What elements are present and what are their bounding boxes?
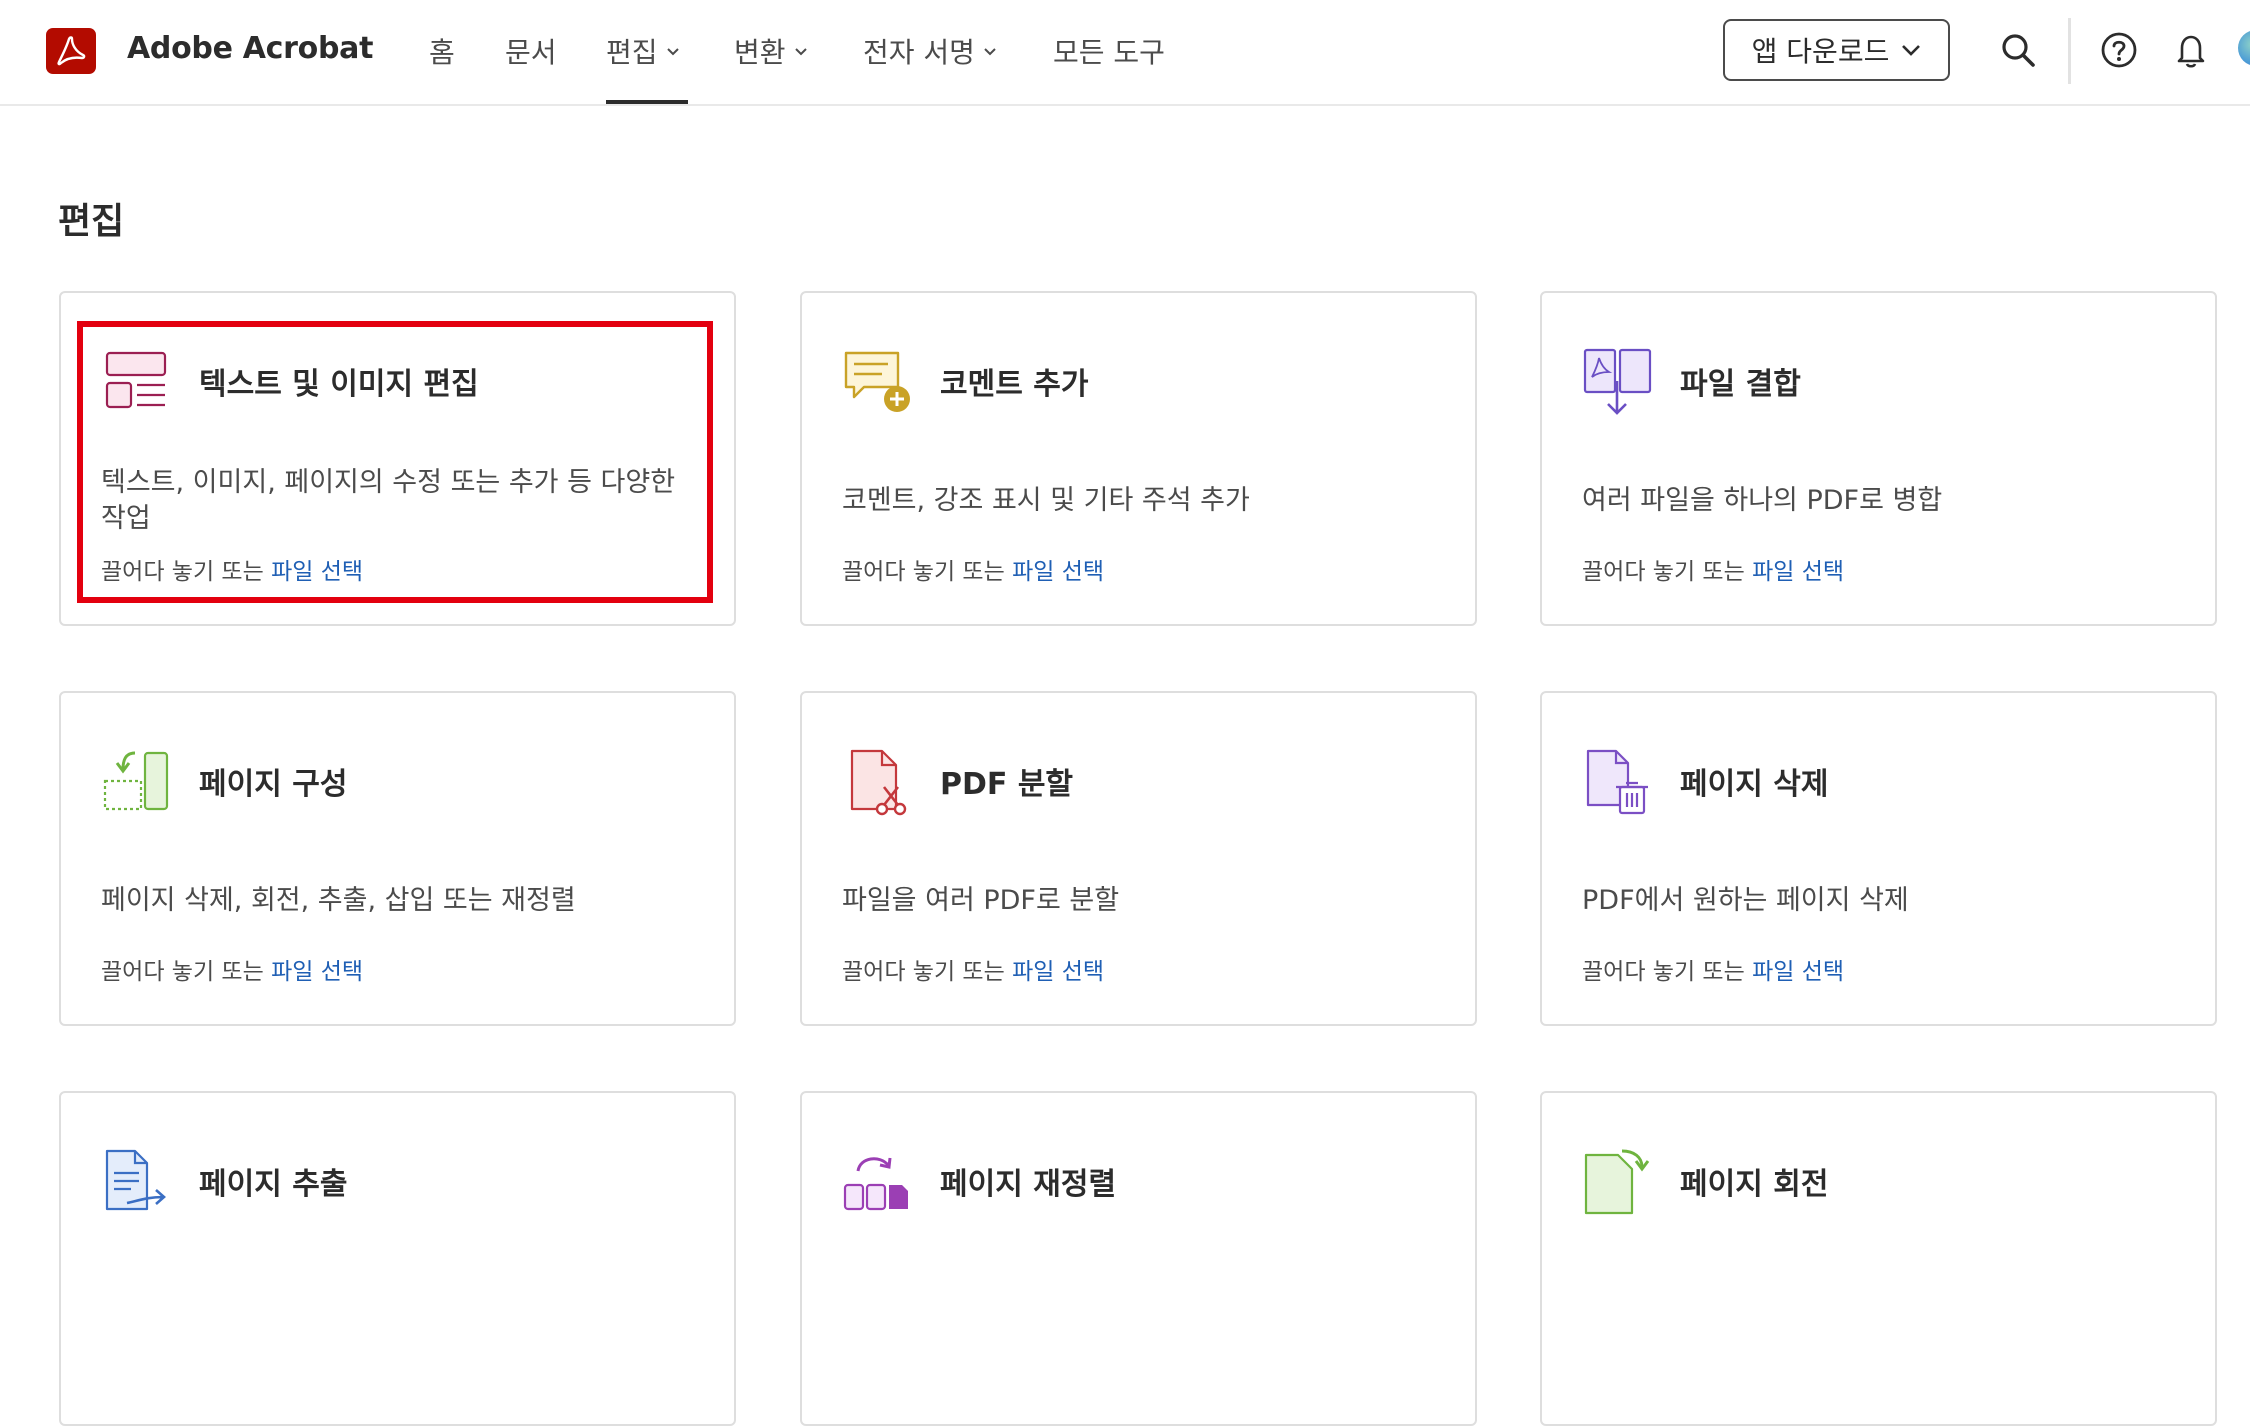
combine-files-icon <box>1583 348 1652 415</box>
tool-card-reorder-pages[interactable]: 페이지 재정렬 <box>800 1091 1477 1426</box>
card-title: 페이지 추출 <box>199 1167 348 1202</box>
tool-card-organize-pages[interactable]: 페이지 구성 페이지 삭제, 회전, 추출, 삽입 또는 재정렬 끌어다 놓기 … <box>59 691 736 1026</box>
tool-card-extract-pages[interactable]: 페이지 추출 <box>59 1091 736 1426</box>
nav-e-sign-label: 전자 서명 <box>863 36 975 69</box>
card-title: 페이지 구성 <box>199 767 348 802</box>
drop-hint: 끌어다 놓기 또는 파일 선택 <box>1582 552 1844 586</box>
nav-edit-label: 편집 <box>606 36 658 69</box>
card-title: 코멘트 추가 <box>940 367 1089 402</box>
drop-text: 끌어다 놓기 또는 <box>1582 959 1745 985</box>
section-title: 편집 <box>58 201 125 242</box>
app-name[interactable]: Adobe Acrobat <box>127 31 373 66</box>
reorder-pages-icon <box>843 1157 908 1211</box>
nav-all-tools-label: 모든 도구 <box>1053 36 1165 69</box>
card-title: 페이지 회전 <box>1680 1167 1829 1202</box>
select-file-link[interactable]: 파일 선택 <box>271 959 363 985</box>
tool-card-rotate-pages[interactable]: 페이지 회전 <box>1540 1091 2217 1426</box>
drop-hint: 끌어다 놓기 또는 파일 선택 <box>1582 952 1844 986</box>
drop-hint: 끌어다 놓기 또는 파일 선택 <box>101 952 363 986</box>
acrobat-logo-icon[interactable] <box>46 28 96 74</box>
chevron-down-icon <box>984 48 996 56</box>
top-navigation-bar: Adobe Acrobat 홈 문서 편집 변환 전자 서명 모든 도구 앱 다… <box>0 0 2250 106</box>
highlight-box <box>77 321 713 603</box>
download-app-label: 앱 다운로드 <box>1751 35 1890 68</box>
tool-card-delete-pages[interactable]: 페이지 삭제 PDF에서 원하는 페이지 삭제 끌어다 놓기 또는 파일 선택 <box>1540 691 2217 1026</box>
download-app-button[interactable]: 앱 다운로드 <box>1723 19 1950 81</box>
nav-convert-label: 변환 <box>734 36 786 69</box>
search-icon[interactable] <box>1998 30 2038 70</box>
select-file-link[interactable]: 파일 선택 <box>1012 959 1104 985</box>
card-title: 파일 결합 <box>1680 367 1801 402</box>
chevron-down-icon <box>666 48 679 56</box>
drop-text: 끌어다 놓기 또는 <box>842 959 1005 985</box>
help-icon[interactable] <box>2099 30 2139 70</box>
nav-e-sign[interactable]: 전자 서명 <box>863 31 997 71</box>
card-title: PDF 분할 <box>940 767 1074 802</box>
nav-all-tools[interactable]: 모든 도구 <box>1053 31 1165 71</box>
tool-card-add-comment[interactable]: 코멘트 추가 코멘트, 강조 표시 및 기타 주석 추가 끌어다 놓기 또는 파… <box>800 291 1477 626</box>
add-comment-icon <box>844 351 910 412</box>
drop-text: 끌어다 놓기 또는 <box>101 959 264 985</box>
nav-convert[interactable]: 변환 <box>734 31 808 71</box>
nav-home-label: 홈 <box>429 36 455 69</box>
drop-text: 끌어다 놓기 또는 <box>1582 559 1745 585</box>
card-description: 파일을 여러 PDF로 분할 <box>842 885 1120 916</box>
chevron-down-icon <box>794 48 807 56</box>
drop-hint: 끌어다 놓기 또는 파일 선택 <box>842 552 1104 586</box>
card-description: 페이지 삭제, 회전, 추출, 삽입 또는 재정렬 <box>101 885 576 916</box>
drop-text: 끌어다 놓기 또는 <box>842 559 1005 585</box>
active-nav-indicator <box>606 100 688 104</box>
rotate-pages-icon <box>1584 1149 1650 1215</box>
card-description: 코멘트, 강조 표시 및 기타 주석 추가 <box>842 485 1250 516</box>
select-file-link[interactable]: 파일 선택 <box>1752 959 1844 985</box>
notification-bell-icon[interactable] <box>2171 30 2211 70</box>
nav-home[interactable]: 홈 <box>429 31 455 71</box>
header-divider <box>2068 18 2071 84</box>
nav-edit[interactable]: 편집 <box>606 31 680 71</box>
drop-hint: 끌어다 놓기 또는 파일 선택 <box>842 952 1104 986</box>
organize-pages-icon <box>103 751 169 811</box>
extract-pages-icon <box>105 1149 166 1211</box>
nav-documents[interactable]: 문서 <box>505 31 557 71</box>
chevron-down-icon <box>1902 45 1921 56</box>
avatar[interactable] <box>2238 30 2250 66</box>
tool-card-combine-files[interactable]: 파일 결합 여러 파일을 하나의 PDF로 병합 끌어다 놓기 또는 파일 선택 <box>1540 291 2217 626</box>
select-file-link[interactable]: 파일 선택 <box>1752 559 1844 585</box>
card-description: PDF에서 원하는 페이지 삭제 <box>1582 885 1909 916</box>
split-pdf-icon <box>850 749 907 816</box>
select-file-link[interactable]: 파일 선택 <box>1012 559 1104 585</box>
card-description: 여러 파일을 하나의 PDF로 병합 <box>1582 485 1943 516</box>
nav-documents-label: 문서 <box>505 36 557 69</box>
tool-card-split-pdf[interactable]: PDF 분할 파일을 여러 PDF로 분할 끌어다 놓기 또는 파일 선택 <box>800 691 1477 1026</box>
card-title: 페이지 삭제 <box>1680 767 1829 802</box>
delete-pages-icon <box>1586 749 1648 815</box>
card-title: 페이지 재정렬 <box>940 1167 1117 1202</box>
